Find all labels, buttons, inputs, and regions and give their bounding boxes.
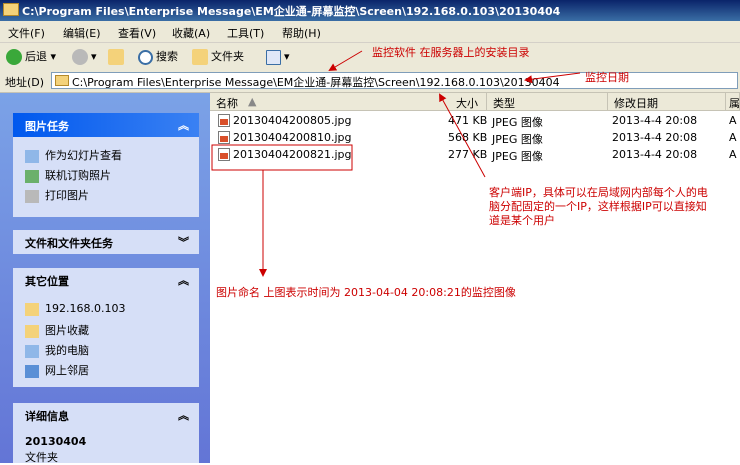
search-button[interactable]: 搜索: [138, 47, 178, 66]
address-field[interactable]: C:\Program Files\Enterprise Message\EM企业…: [51, 72, 738, 89]
column-size-header[interactable]: 大小: [422, 93, 487, 111]
annotation-client-ip-line3: 道是某个用户: [489, 214, 555, 227]
forward-button[interactable]: ▾: [72, 47, 97, 66]
folder-icon: [55, 75, 69, 86]
folder-up-icon: [108, 49, 124, 65]
place-ip-folder[interactable]: 192.168.0.103: [25, 302, 125, 316]
search-icon: [138, 49, 153, 65]
column-attr-header[interactable]: 属: [726, 93, 740, 111]
printer-icon: [25, 189, 39, 203]
address-value: C:\Program Files\Enterprise Message\EM企业…: [72, 76, 560, 89]
details-header[interactable]: 详细信息 ︽: [13, 403, 199, 427]
network-icon: [25, 364, 39, 378]
annotation-naming: 图片命名 上图表示时间为 2013-04-04 20:08:21的监控图像: [216, 286, 516, 299]
details-name: 20130404: [25, 435, 87, 448]
order-prints-link[interactable]: 联机订购照片: [25, 167, 111, 183]
place-my-pictures[interactable]: 图片收藏: [25, 322, 89, 338]
chevron-up-icon: ︽: [178, 409, 189, 422]
annotation-date: 监控日期: [585, 71, 629, 84]
jpeg-file-icon: [218, 114, 230, 127]
chevron-down-icon: ︾: [178, 236, 189, 249]
annotation-install-dir: 监控软件 在服务器上的安装目录: [372, 46, 530, 59]
menu-view[interactable]: 查看(V): [118, 25, 156, 41]
task-pane: 图片任务 ︽ 作为幻灯片查看 联机订购照片 打印图片 文件和文件夹任务 ︾ 其它…: [0, 93, 210, 464]
views-icon: [266, 49, 281, 65]
computer-icon: [25, 344, 39, 358]
back-arrow-icon: [6, 49, 22, 65]
jpeg-file-icon: [218, 131, 230, 144]
column-type-header[interactable]: 类型: [487, 93, 608, 111]
address-label: 地址(D): [5, 76, 45, 89]
forward-arrow-icon: [72, 49, 88, 65]
menu-file[interactable]: 文件(F): [8, 25, 45, 41]
place-network[interactable]: 网上邻居: [25, 362, 89, 378]
other-places-body: 192.168.0.103 图片收藏 我的电脑 网上邻居: [13, 292, 199, 387]
chevron-up-icon: ︽: [178, 274, 189, 287]
jpeg-file-icon: [218, 148, 230, 161]
slideshow-link[interactable]: 作为幻灯片查看: [25, 147, 122, 163]
file-row[interactable]: 20130404200821.jpg 277 KB JPEG 图像 2013-4…: [210, 146, 740, 163]
menu-help[interactable]: 帮助(H): [282, 25, 321, 41]
order-prints-icon: [25, 169, 39, 183]
up-button[interactable]: [108, 47, 127, 66]
picture-tasks-header[interactable]: 图片任务 ︽: [13, 113, 199, 137]
window-title: C:\Program Files\Enterprise Message\EM企业…: [22, 5, 561, 18]
other-places-header[interactable]: 其它位置 ︽: [13, 268, 199, 292]
menu-edit[interactable]: 编辑(E): [63, 25, 101, 41]
folder-icon: [25, 302, 39, 316]
file-folder-tasks-header[interactable]: 文件和文件夹任务 ︾: [13, 230, 199, 254]
file-list: 名称 ▲ 大小 类型 修改日期 属 20130404200805.jpg 471…: [210, 93, 740, 463]
print-pictures-link[interactable]: 打印图片: [25, 187, 89, 203]
place-my-computer[interactable]: 我的电脑: [25, 342, 89, 358]
folders-icon: [192, 49, 208, 65]
folder-icon: [3, 3, 19, 16]
back-button[interactable]: 后退 ▾: [6, 47, 56, 66]
title-bar[interactable]: C:\Program Files\Enterprise Message\EM企业…: [0, 0, 740, 21]
views-button[interactable]: ▾: [266, 47, 290, 66]
chevron-up-icon: ︽: [178, 119, 189, 132]
column-modified-header[interactable]: 修改日期: [608, 93, 726, 111]
picture-tasks-body: 作为幻灯片查看 联机订购照片 打印图片: [13, 137, 199, 217]
menu-tools[interactable]: 工具(T): [227, 25, 264, 41]
file-row[interactable]: 20130404200805.jpg 471 KB JPEG 图像 2013-4…: [210, 112, 740, 129]
slideshow-icon: [25, 149, 39, 163]
details-body: 20130404 文件夹: [13, 427, 199, 464]
address-bar: 地址(D) C:\Program Files\Enterprise Messag…: [0, 70, 740, 93]
pictures-folder-icon: [25, 324, 39, 338]
sort-up-icon: ▲: [248, 95, 257, 108]
menu-favorites[interactable]: 收藏(A): [172, 25, 210, 41]
file-row[interactable]: 20130404200810.jpg 568 KB JPEG 图像 2013-4…: [210, 129, 740, 146]
menu-bar: 文件(F) 编辑(E) 查看(V) 收藏(A) 工具(T) 帮助(H): [0, 21, 740, 43]
folders-button[interactable]: 文件夹: [192, 47, 244, 66]
toolbar: 后退 ▾ ▾ 搜索 文件夹 ▾: [0, 43, 740, 71]
